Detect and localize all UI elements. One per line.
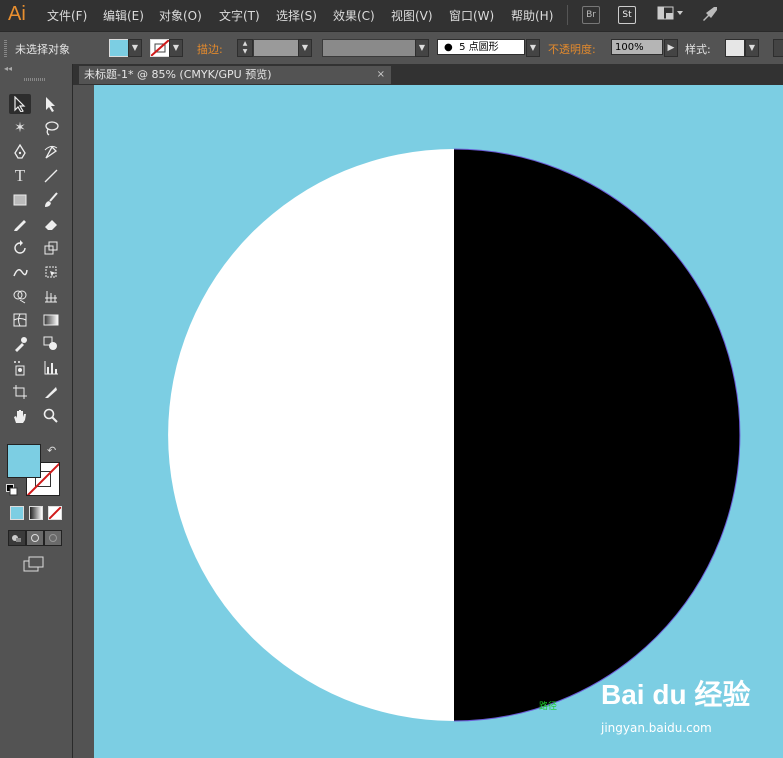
eraser-tool-icon[interactable] [40, 214, 62, 234]
document-tab-bar: 未标题-1* @ 85% (CMYK/GPU 预览) × [73, 64, 783, 84]
graphic-style-swatch[interactable] [725, 39, 745, 57]
menu-window[interactable]: 窗口(W) [449, 7, 494, 24]
direct-selection-tool-icon[interactable] [40, 94, 62, 114]
draw-behind-button[interactable] [26, 530, 44, 546]
stroke-dropdown[interactable]: ▼ [169, 39, 183, 57]
scale-tool-icon[interactable] [40, 238, 62, 258]
menu-edit[interactable]: 编辑(E) [103, 7, 144, 24]
watermark: Bai du 经验 jingyan.baidu.com [601, 673, 781, 743]
menu-type[interactable]: 文字(T) [219, 7, 260, 24]
gradient-tool-icon[interactable] [40, 310, 62, 330]
line-segment-tool-icon[interactable] [40, 166, 62, 186]
fill-color-box[interactable] [7, 444, 41, 478]
lasso-tool-icon[interactable] [40, 118, 62, 138]
slice-tool-icon[interactable] [40, 382, 62, 402]
screen-mode-icon[interactable] [23, 556, 45, 575]
fill-color-swatch[interactable] [109, 39, 129, 57]
watermark-brand: Bai du 经验 [601, 679, 751, 710]
swap-fill-stroke-icon[interactable]: ↶ [47, 444, 56, 457]
pen-tool-icon[interactable] [9, 142, 31, 162]
stroke-weight-dropdown[interactable]: ▼ [298, 39, 312, 57]
stroke-weight-field[interactable] [253, 39, 299, 57]
stroke-label[interactable]: 描边: [197, 41, 223, 57]
opacity-label[interactable]: 不透明度: [548, 41, 596, 57]
white-half-circle[interactable] [168, 149, 454, 721]
opacity-field[interactable]: 100% [611, 39, 663, 55]
brush-label: 5 点圆形 [459, 42, 499, 53]
control-bar-grip [4, 39, 7, 57]
artboard-tool-icon[interactable] [9, 382, 31, 402]
brush-definition[interactable]: ● 5 点圆形 [437, 39, 525, 55]
eyedropper-tool-icon[interactable] [9, 334, 31, 354]
default-colors-icon[interactable] [6, 484, 18, 499]
stroke-weight-stepper[interactable]: ▲ ▼ [237, 39, 253, 57]
menu-effect[interactable]: 效果(C) [333, 7, 375, 24]
path-hint-label: 路径 [539, 702, 558, 712]
menu-select[interactable]: 选择(S) [276, 7, 317, 24]
menu-file[interactable]: 文件(F) [47, 7, 87, 24]
symbol-sprayer-tool-icon[interactable] [9, 358, 31, 378]
artwork[interactable] [73, 85, 783, 758]
free-transform-tool-icon[interactable] [40, 262, 62, 282]
panel-grip[interactable] [24, 78, 46, 81]
profile-dropdown[interactable]: ▼ [415, 39, 429, 57]
paintbrush-tool-icon[interactable] [40, 190, 62, 210]
magic-wand-tool-icon[interactable]: ✶ [9, 118, 31, 138]
mesh-tool-icon[interactable] [9, 310, 31, 330]
perspective-grid-tool-icon[interactable] [40, 286, 62, 306]
menu-help[interactable]: 帮助(H) [511, 7, 553, 24]
menu-bar: Ai 文件(F) 编辑(E) 对象(O) 文字(T) 选择(S) 效果(C) 视… [0, 0, 783, 30]
variable-width-profile[interactable] [322, 39, 416, 57]
control-bar: 未选择对象 ▼ ▼ 描边: ▲ ▼ ▼ ▼ ● 5 点圆形 ▼ 不透明度: 100… [0, 31, 783, 65]
menu-divider [567, 5, 568, 25]
pencil-tool-icon[interactable] [9, 214, 31, 234]
curvature-tool-icon[interactable] [40, 142, 62, 162]
type-tool-icon[interactable]: T [9, 166, 31, 186]
document-setup-button[interactable] [773, 39, 783, 57]
rectangle-tool-icon[interactable] [9, 190, 31, 210]
draw-normal-button[interactable] [8, 530, 26, 546]
close-tab-icon[interactable]: × [377, 66, 385, 84]
style-dropdown[interactable]: ▼ [745, 39, 759, 57]
draw-inside-button[interactable] [44, 530, 62, 546]
canvas[interactable]: 路径 Bai du 经验 jingyan.baidu.com [73, 85, 783, 758]
stroke-color-swatch[interactable] [150, 39, 170, 57]
tools-panel: ◂◂ ✶ T ↶ [0, 64, 73, 758]
watermark-url: jingyan.baidu.com [601, 721, 712, 735]
menu-object[interactable]: 对象(O) [159, 7, 202, 24]
column-graph-tool-icon[interactable] [40, 358, 62, 378]
gradient-mode-button[interactable] [29, 506, 43, 520]
bridge-icon[interactable]: Br [582, 6, 600, 24]
zoom-tool-icon[interactable] [40, 406, 62, 426]
collapse-panel-icon[interactable]: ◂◂ [4, 64, 12, 73]
document-title: 未标题-1* @ 85% (CMYK/GPU 预览) [84, 68, 272, 81]
fill-dropdown[interactable]: ▼ [128, 39, 142, 57]
menu-view[interactable]: 视图(V) [391, 7, 433, 24]
hand-tool-icon[interactable] [9, 406, 31, 426]
warp-tool-icon[interactable] [9, 262, 31, 282]
black-half-circle[interactable] [454, 149, 740, 721]
style-label: 样式: [685, 43, 711, 56]
none-mode-button[interactable] [48, 506, 62, 520]
color-mode-button[interactable] [10, 506, 24, 520]
workspace-layout-icon[interactable] [657, 6, 685, 25]
rotate-tool-icon[interactable] [9, 238, 31, 258]
stock-icon[interactable]: St [618, 6, 636, 24]
gpu-rocket-icon[interactable] [700, 5, 720, 26]
selection-status: 未选择对象 [15, 43, 70, 56]
brush-dot-icon: ● [444, 42, 453, 53]
selection-tool-icon[interactable] [9, 94, 31, 114]
blend-tool-icon[interactable] [40, 334, 62, 354]
shape-builder-tool-icon[interactable] [9, 286, 31, 306]
opacity-arrow[interactable]: ▶ [664, 39, 678, 57]
brush-dropdown[interactable]: ▼ [526, 39, 540, 57]
app-logo: Ai [8, 3, 26, 25]
document-tab[interactable]: 未标题-1* @ 85% (CMYK/GPU 预览) × [79, 66, 391, 84]
